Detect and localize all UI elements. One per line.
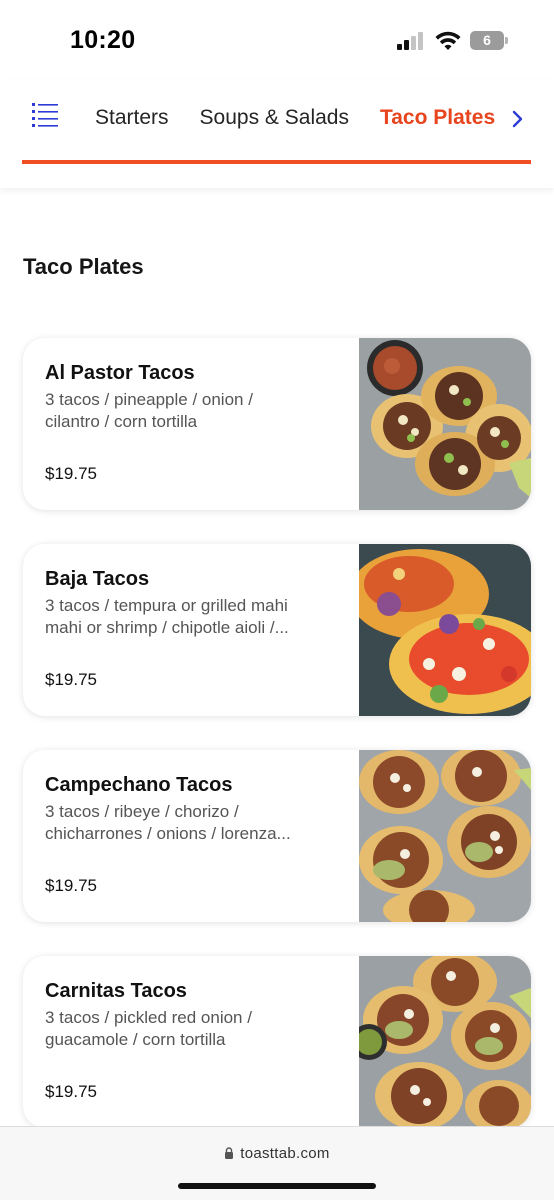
item-price: $19.75 [45,876,97,895]
section-title: Taco Plates [23,254,144,279]
menu-item-card[interactable]: Carnitas Tacos 3 tacos / pickled red oni… [23,956,531,1128]
item-name: Campechano Tacos [45,774,233,796]
tab-starters[interactable]: Starters [95,104,169,132]
chevron-right-icon[interactable] [510,108,526,130]
status-bar: 10:20 6 [0,0,554,80]
tab-taco-plates[interactable]: Taco Plates [380,104,495,132]
item-price: $19.75 [45,670,97,689]
menu-item-card[interactable]: Al Pastor Tacos 3 tacos / pineapple / on… [23,338,531,510]
item-price: $19.75 [45,464,97,483]
item-photo [359,544,531,716]
tab-soups-salads[interactable]: Soups & Salads [200,104,349,132]
menu-list-icon[interactable] [30,100,60,128]
url-text: toasttab.com [240,1145,330,1162]
item-photo [359,338,531,510]
item-description: 3 tacos / pickled red onion / guacamole … [45,1008,252,1049]
battery-level: 6 [483,32,491,48]
category-tabs: Starters Soups & Salads Taco Plates [95,104,498,134]
item-photo [359,956,531,1128]
item-name: Carnitas Tacos [45,980,187,1002]
item-description: 3 tacos / ribeye / chorizo / chicharrone… [45,802,291,843]
item-name: Al Pastor Tacos [45,362,195,384]
status-time: 10:20 [70,26,136,54]
active-tab-underline [22,160,531,164]
browser-bottom-bar: toasttab.com [0,1126,554,1200]
lock-icon [225,1147,234,1159]
item-description: 3 tacos / pineapple / onion / cilantro /… [45,390,253,431]
item-description: 3 tacos / tempura or grilled mahi mahi o… [45,596,289,637]
item-name: Baja Tacos [45,568,150,590]
url-display[interactable]: toasttab.com [0,1145,554,1162]
wifi-icon [435,31,461,50]
item-price: $19.75 [45,1082,97,1101]
battery-icon: 6 [470,31,508,50]
item-photo [359,750,531,922]
menu-item-card[interactable]: Baja Tacos 3 tacos / tempura or grilled … [23,544,531,716]
home-indicator[interactable] [178,1183,376,1189]
signal-icon [397,32,425,50]
menu-item-card[interactable]: Campechano Tacos 3 tacos / ribeye / chor… [23,750,531,922]
category-nav: Starters Soups & Salads Taco Plates [0,80,554,188]
